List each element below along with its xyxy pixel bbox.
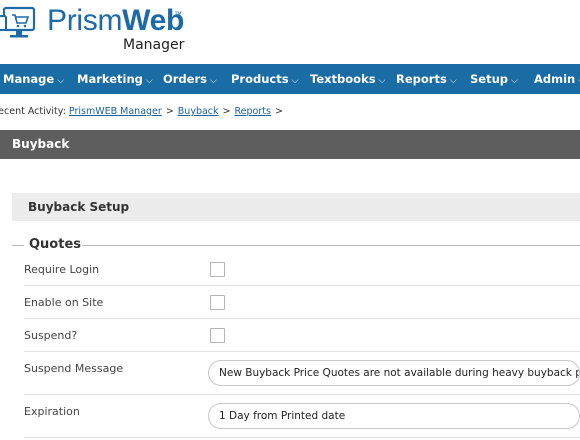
form-row-require-login: Require Login [24,253,580,286]
breadcrumb-link-reports[interactable]: Reports [235,106,271,117]
fieldset-legend-quotes: Quotes [29,237,82,252]
expiration-label: Expiration [24,405,80,418]
main-navigation: Manage ⌵ Marketing ⌵ Orders ⌵ Products ⌵ Tex… [0,64,580,94]
logo-wordmark: PrismWeb [47,4,185,37]
chevron-down-icon: ⌵ [145,76,153,86]
breadcrumb-prefix: Recent Activity: [0,106,66,117]
fieldset-border [12,245,24,246]
require-login-label: Require Login [24,263,100,276]
suspend-label: Suspend? [24,329,78,342]
fieldset-border [82,245,580,246]
form-row-expiration: Expiration 1 Day from Printed date [24,395,580,438]
nav-item-manage[interactable]: Manage ⌵ [3,64,64,94]
nav-item-reports[interactable]: Reports ⌵ [396,64,457,94]
section-title: Buyback Setup [28,200,130,214]
app-header: PrismWeb ™ Manager [0,0,580,64]
chevron-down-icon: ⌵ [57,76,65,86]
nav-item-products[interactable]: Products ⌵ [231,64,298,94]
shopping-cart-devices-icon [0,6,36,38]
nav-item-orders[interactable]: Orders ⌵ [163,64,217,94]
chevron-down-icon: ⌵ [291,76,299,86]
breadcrumb-separator: > [274,106,283,117]
chevron-down-icon: ⌵ [378,76,386,86]
form-row-enable-on-site: Enable on Site [24,286,580,319]
expiration-input[interactable]: 1 Day from Printed date [208,403,580,429]
breadcrumb: Recent Activity: PrismWEB Manager>Buybac… [0,94,580,130]
form-row-suspend: Suspend? [24,319,580,352]
nav-item-marketing[interactable]: Marketing ⌵ [77,64,153,94]
enable-on-site-label: Enable on Site [24,296,104,309]
require-login-checkbox[interactable] [210,262,225,277]
breadcrumb-link-prismweb-manager[interactable]: PrismWEB Manager [69,106,162,117]
nav-item-admin[interactable]: Admin⌵ [534,64,580,94]
suspend-message-input[interactable]: New Buyback Price Quotes are not availab… [208,360,580,386]
chevron-down-icon: ⌵ [511,76,518,86]
section-header: Buyback Setup [12,193,580,221]
page-title-bar: Buyback [0,130,580,159]
logo-subtitle: Manager [123,37,185,53]
suspend-checkbox[interactable] [210,328,225,343]
breadcrumb-separator: > [165,106,174,117]
enable-on-site-checkbox[interactable] [210,295,225,310]
trademark-mark: ™ [174,10,182,19]
suspend-message-label: Suspend Message [24,362,124,375]
breadcrumb-separator: > [222,106,231,117]
breadcrumb-link-buyback[interactable]: Buyback [178,106,219,117]
nav-item-textbooks[interactable]: Textbooks ⌵ [310,64,385,94]
nav-item-setup[interactable]: Setup ⌵ [470,64,518,94]
page-title: Buyback [12,137,70,151]
chevron-down-icon: ⌵ [210,76,217,86]
form-row-suspend-message: Suspend Message New Buyback Price Quotes… [24,352,580,395]
chevron-down-icon: ⌵ [449,76,457,86]
